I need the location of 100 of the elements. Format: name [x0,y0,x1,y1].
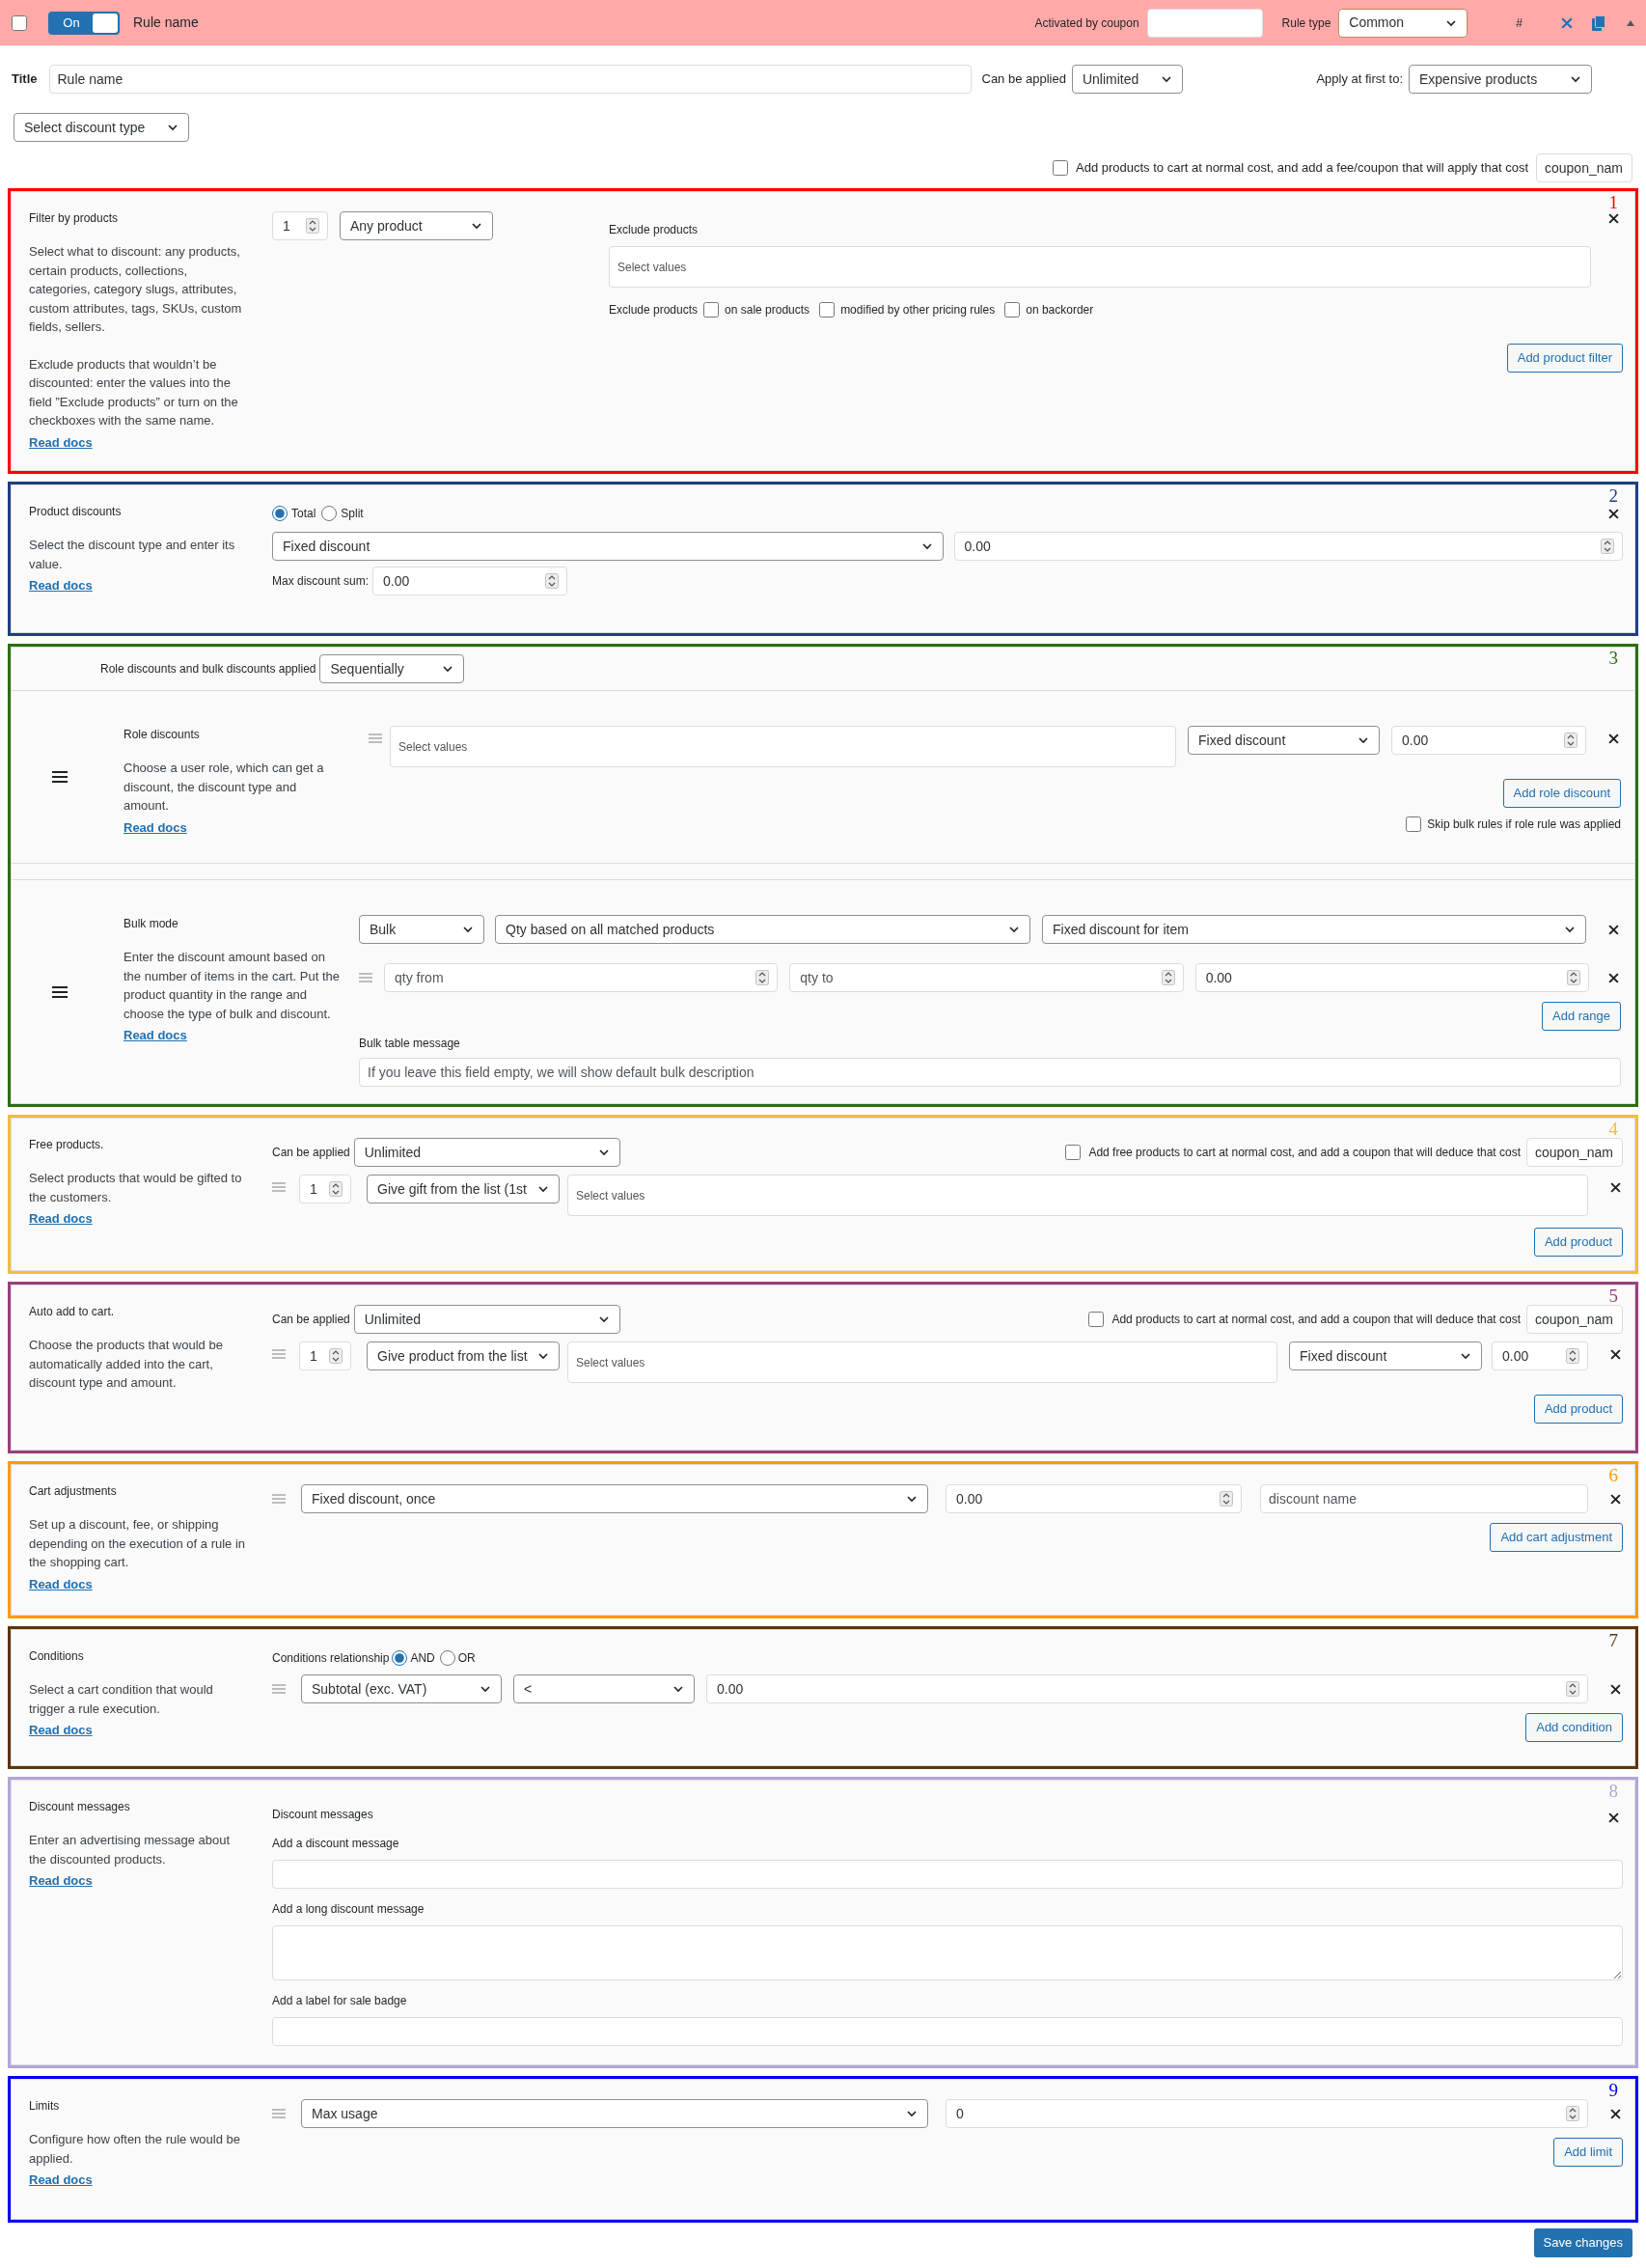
read-docs-link[interactable]: Read docs [123,1028,187,1042]
number-field[interactable]: 0 [946,2099,1588,2128]
input-field[interactable] [272,2017,1623,2046]
dropdown[interactable]: Unlimited [1071,65,1183,94]
dropdown[interactable]: Unlimited [353,1138,620,1167]
drag-handle-icon[interactable] [272,1494,286,1504]
spinner-icon[interactable] [545,573,560,589]
close-icon[interactable] [1608,733,1619,744]
input-field[interactable]: coupon_nam [1536,153,1632,182]
checkbox[interactable] [1065,1145,1082,1160]
input-field[interactable]: If you leave this field empty, we will show default bulk description [359,1058,1621,1087]
add-filter-button[interactable]: Add product filter [1506,344,1623,373]
caret-up-icon[interactable] [1627,19,1634,26]
dropdown[interactable]: Fixed discount [272,532,944,561]
close-icon[interactable] [1610,1683,1621,1695]
add-range-button[interactable]: Add range [1542,1002,1621,1031]
dropdown[interactable]: Max usage [301,2099,928,2128]
checkbox[interactable] [819,302,836,318]
dropdown[interactable]: Any product [340,211,493,240]
spinner-icon[interactable] [329,1348,343,1364]
number-field[interactable]: 0.00 [946,1484,1242,1513]
drag-handle-icon[interactable] [272,1684,286,1694]
close-icon[interactable] [1608,213,1619,224]
spinner-icon[interactable] [1567,970,1580,985]
drag-handle-icon[interactable] [272,2109,286,2118]
close-icon[interactable] [1610,1349,1621,1360]
dropdown[interactable]: Give gift from the list (1st [367,1175,560,1203]
number-field[interactable]: 1 [272,211,328,240]
read-docs-link[interactable]: Read docs [29,1873,93,1888]
add-product-button[interactable]: Add product [1533,1395,1623,1424]
read-docs-link[interactable]: Read docs [29,2172,93,2187]
add-role-button[interactable]: Add role discount [1502,779,1621,808]
input-field[interactable]: coupon_nam [1526,1305,1623,1334]
input-field[interactable]: Select values [567,1341,1277,1383]
input-field[interactable]: Select values [609,246,1591,288]
dropdown[interactable]: Fixed discount [1289,1341,1482,1370]
radio-button[interactable] [272,506,288,521]
number-field[interactable]: 0.00 [706,1674,1588,1703]
dropdown[interactable]: Expensive products [1409,65,1592,94]
drag-handle-icon[interactable] [52,771,68,783]
close-icon[interactable] [1608,924,1619,935]
dropdown[interactable]: Qty based on all matched products [495,915,1030,944]
read-docs-link[interactable]: Read docs [29,1576,93,1591]
checkbox[interactable] [12,14,27,31]
dropdown[interactable]: Common [1338,8,1468,38]
spinner-icon[interactable] [1564,733,1577,748]
read-docs-link[interactable]: Read docs [29,434,93,450]
drag-handle-icon[interactable] [52,985,68,998]
dropdown[interactable]: Fixed discount [1188,726,1380,755]
dropdown[interactable]: Sequentially [319,654,465,683]
spinner-icon[interactable] [755,970,770,985]
close-icon[interactable] [1610,2108,1621,2119]
spinner-icon[interactable] [329,1181,343,1197]
checkbox[interactable] [703,302,720,318]
spinner-icon[interactable] [1601,539,1614,554]
checkbox[interactable] [1053,160,1068,176]
dropdown[interactable]: Bulk [359,915,484,944]
drag-handle-icon[interactable] [272,1182,286,1192]
number-field[interactable]: 0.00 [1492,1341,1588,1370]
read-docs-link[interactable]: Read docs [123,819,187,835]
add-limit-button[interactable]: Add limit [1553,2138,1623,2167]
dropdown[interactable]: Give product from the list [367,1341,560,1370]
spinner-icon[interactable] [1220,1491,1233,1507]
drag-handle-icon[interactable] [272,1349,286,1359]
number-field[interactable]: 0.00 [1194,963,1589,992]
dropdown[interactable]: < [513,1674,695,1703]
input-field[interactable] [272,1860,1623,1889]
add-adjustment-button[interactable]: Add cart adjustment [1490,1523,1623,1552]
close-icon[interactable] [1608,972,1619,983]
input-field[interactable]: discount name [1260,1484,1588,1513]
read-docs-link[interactable]: Read docs [29,1723,93,1737]
input-field[interactable]: coupon_nam [1526,1138,1623,1167]
input-field[interactable]: Rule name [48,65,972,94]
dropdown[interactable]: Fixed discount for item [1042,915,1586,944]
toggle-switch[interactable]: On [48,11,120,35]
number-field[interactable]: 0.00 [1391,726,1586,755]
add-condition-button[interactable]: Add condition [1525,1713,1623,1742]
dropdown[interactable]: Fixed discount, once [301,1484,928,1513]
spinner-icon[interactable] [306,218,319,234]
input-field[interactable]: Select values [390,726,1176,767]
input-field[interactable]: Select values [567,1175,1588,1216]
spinner-icon[interactable] [1566,1681,1579,1697]
copy-icon[interactable] [1592,14,1605,31]
drag-handle-icon[interactable] [359,973,372,982]
read-docs-link[interactable]: Read docs [29,578,93,593]
number-field[interactable]: qty from [384,963,779,992]
checkbox[interactable] [1088,1312,1105,1327]
number-field[interactable]: 1 [299,1175,351,1203]
add-product-button[interactable]: Add product [1533,1228,1623,1257]
radio-button[interactable] [392,1650,408,1666]
radio-button[interactable] [439,1650,455,1666]
number-field[interactable]: 1 [299,1341,351,1370]
close-icon[interactable] [1610,1493,1621,1505]
dropdown[interactable]: Select discount type [14,113,189,142]
radio-button[interactable] [321,506,338,521]
spinner-icon[interactable] [1566,2106,1579,2121]
read-docs-link[interactable]: Read docs [29,1211,93,1226]
drag-handle-icon[interactable] [369,733,382,743]
number-field[interactable]: 0.00 [372,567,568,595]
save-button[interactable]: Save changes [1533,2228,1632,2257]
